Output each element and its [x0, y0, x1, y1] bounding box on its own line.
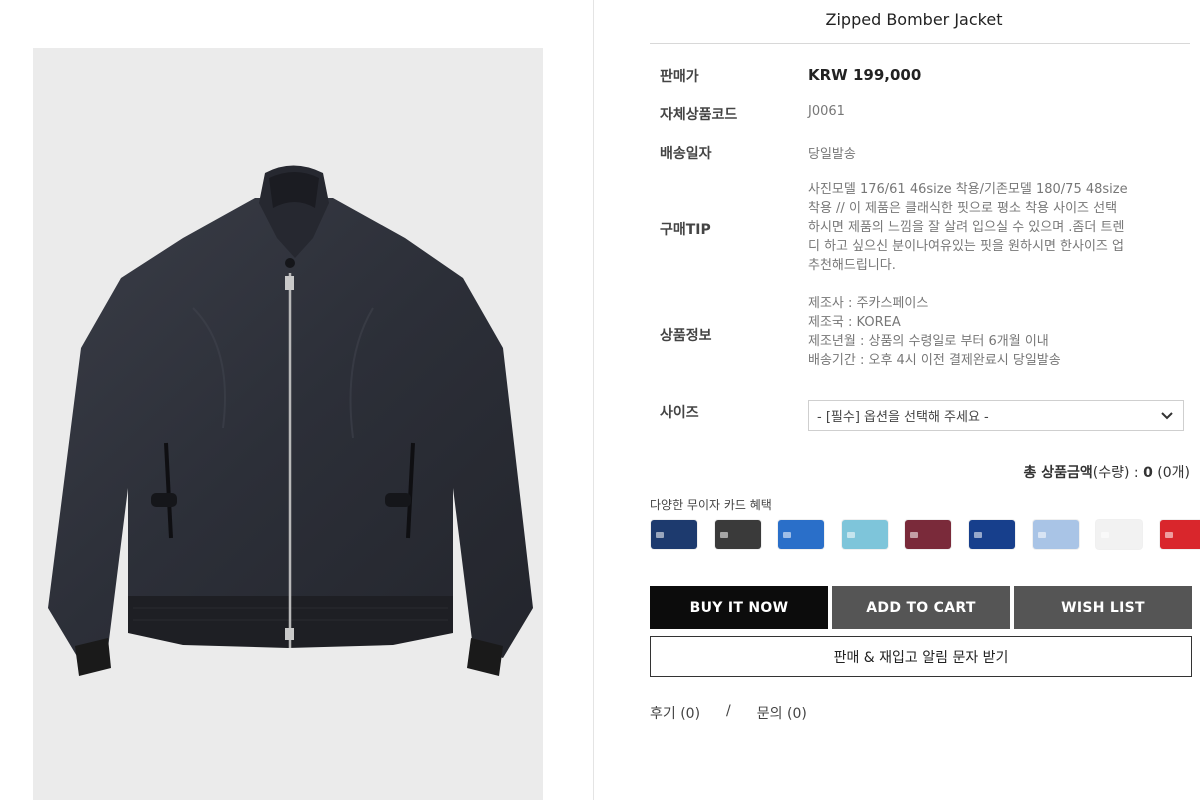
qna-link[interactable]: 문의 (0): [757, 703, 807, 723]
shipping-date-label: 배송일자: [660, 146, 712, 162]
product-info-line: 제조국 : KOREA: [808, 315, 901, 330]
price-value: KRW 199,000: [808, 66, 922, 84]
total-amount: 총 상품금액(수량) : 0 (0개): [1023, 462, 1190, 482]
title-divider: [650, 43, 1190, 44]
total-count: (0개): [1152, 465, 1190, 481]
jacket-illustration: [48, 165, 533, 676]
size-label: 사이즈: [660, 405, 699, 421]
credit-card-icon: [1096, 520, 1143, 549]
credit-card-icon: [905, 520, 952, 549]
purchase-tip-text: 사진모델 176/61 46size 착용/기존모델 180/75 48size…: [808, 180, 1188, 275]
price-label: 판매가: [660, 69, 699, 85]
link-separator: /: [726, 703, 731, 719]
product-info-line: 제조사 : 주카스페이스: [808, 296, 929, 311]
review-qna-links: 후기 (0) / 문의 (0): [650, 703, 807, 723]
purchase-tip-line: 사진모델 176/61 46size 착용/기존모델 180/75 48size: [808, 182, 1128, 197]
product-code-value: J0061: [808, 104, 845, 119]
product-image: [33, 48, 543, 800]
product-title: Zipped Bomber Jacket: [825, 10, 1003, 29]
purchase-tip-line: 디 하고 싶으신 분이나여유있는 핏을 원하시면 한사이즈 업: [808, 239, 1124, 254]
chevron-down-icon: [1161, 412, 1173, 420]
review-link[interactable]: 후기 (0): [650, 703, 700, 723]
credit-card-icon: [714, 520, 761, 549]
total-label: 총 상품금액: [1023, 465, 1093, 481]
shipping-date-value: 당일발송: [808, 147, 856, 162]
credit-card-icon: [1032, 520, 1079, 549]
product-code-label: 자체상품코드: [660, 107, 738, 123]
restock-sms-button[interactable]: 판매 & 재입고 알림 문자 받기: [650, 636, 1192, 677]
product-info-line: 배송기간 : 오후 4시 이전 결제완료시 당일발송: [808, 353, 1061, 368]
add-to-cart-button[interactable]: ADD TO CART: [832, 586, 1010, 629]
product-info-label: 상품정보: [660, 328, 712, 344]
product-info-text: 제조사 : 주카스페이스 제조국 : KOREA 제조년월 : 상품의 수령일로…: [808, 294, 1188, 370]
size-select-value: - [필수] 옵션을 선택해 주세요 -: [817, 410, 989, 425]
purchase-tip-label: 구매TIP: [660, 222, 711, 238]
purchase-tip-line: 하시면 제품의 느낌을 잘 살려 입으실 수 있으며 .좀더 트렌: [808, 220, 1125, 235]
card-list: [651, 520, 1200, 549]
purchase-tip-line: 착용 // 이 제품은 클래식한 핏으로 평소 착용 사이즈 선택: [808, 201, 1118, 216]
credit-card-icon: [651, 520, 697, 549]
credit-card-icon: [968, 520, 1015, 549]
wish-list-button[interactable]: WISH LIST: [1014, 586, 1192, 629]
total-amount-value: 0: [1143, 465, 1153, 481]
total-qty-label: (수량) :: [1092, 465, 1144, 481]
buy-now-button[interactable]: BUY IT NOW: [650, 586, 828, 629]
product-info-line: 제조년월 : 상품의 수령일로 부터 6개월 이내: [808, 334, 1049, 349]
card-benefit-title: 다양한 무이자 카드 혜택: [650, 498, 772, 512]
column-divider: [593, 0, 594, 800]
purchase-tip-line: 추천해드립니다.: [808, 258, 896, 273]
credit-card-icon: [778, 520, 825, 549]
size-select[interactable]: - [필수] 옵션을 선택해 주세요 -: [808, 400, 1184, 431]
credit-card-icon: [1159, 520, 1200, 549]
credit-card-icon: [841, 520, 888, 549]
